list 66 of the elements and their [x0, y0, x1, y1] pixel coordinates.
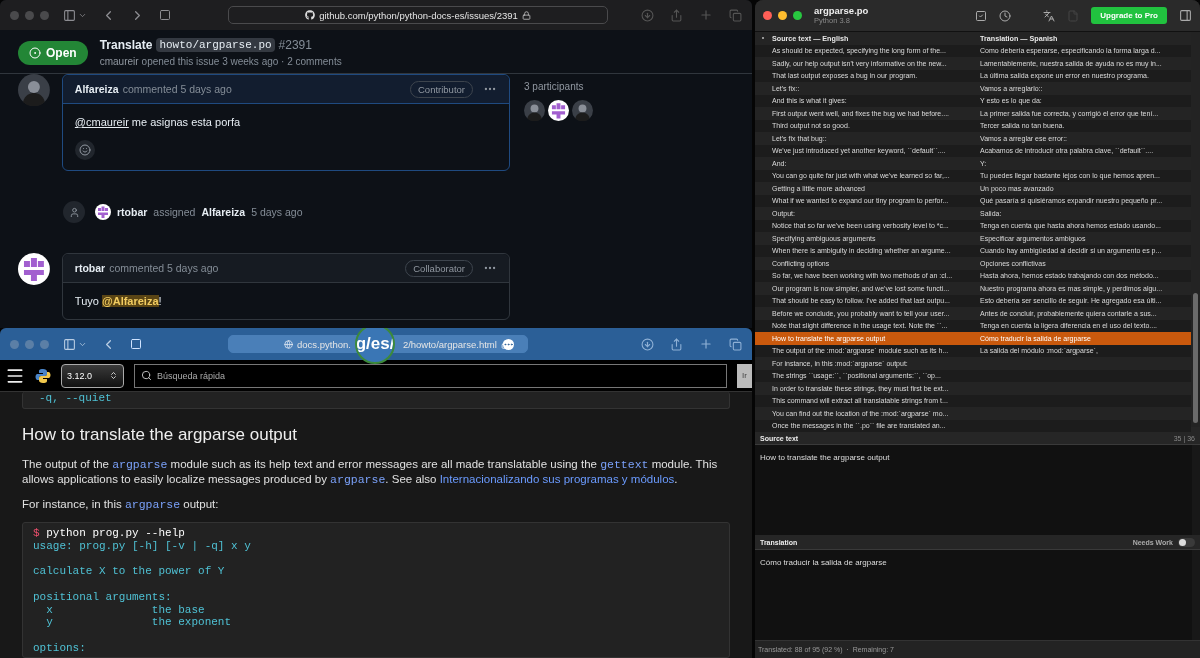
participants-label: 3 participants	[524, 81, 585, 92]
user-mention[interactable]: @cmaureir	[74, 116, 129, 128]
needs-work-toggle[interactable]	[1178, 537, 1195, 547]
minimize-button[interactable]	[778, 11, 787, 20]
clock-icon[interactable]	[999, 9, 1012, 22]
code-block: -q, --quiet	[22, 392, 730, 409]
code-link[interactable]: argparse	[112, 457, 168, 471]
download-icon[interactable]	[641, 8, 654, 22]
paragraph: For instance, in this argparse output:	[22, 496, 220, 512]
python-logo-icon	[35, 367, 51, 384]
comment-time: commented 5 days ago	[109, 262, 219, 274]
state-label: Open	[46, 45, 77, 60]
tab-icon[interactable]	[159, 9, 171, 21]
issue-number: #2391	[278, 38, 312, 52]
globe-icon	[284, 339, 293, 349]
issue-meta: opened this issue 3 weeks ago · 2 comments	[141, 56, 342, 67]
code-link[interactable]: gettext	[600, 457, 649, 471]
issue-file-code: howto/argparse.po	[156, 38, 275, 52]
comment-time: commented 5 days ago	[122, 83, 232, 95]
zoom-button[interactable]	[793, 11, 802, 20]
sidebar-icon[interactable]	[63, 337, 76, 351]
address-bar[interactable]: github.com/python/python-docs-es/issues/2391	[228, 6, 608, 24]
close-button[interactable]	[763, 11, 772, 20]
paragraph: The output of the argparse module such as its help text and error messages are all made translatable using the gettext module. This allows applications to easily localize messages produced by argparse. See also Internacionalizando sus programas y módulos.	[22, 456, 719, 487]
add-reaction-button[interactable]	[74, 140, 95, 160]
source-text-area: How to translate the argparse output	[755, 445, 1200, 535]
comment-author[interactable]: Alfareiza	[74, 83, 119, 95]
lock-icon	[521, 10, 531, 20]
url-text: docs.python.	[297, 338, 351, 350]
checkbox-icon[interactable]	[975, 9, 988, 22]
version-select[interactable]: 3.12.0	[61, 363, 124, 388]
code-block: $ python prog.py --help usage: prog.py [-h] [-v | -q] x y calculate X to the power of Y positional arguments: x the base y the exponent options:	[22, 521, 730, 658]
event-actor[interactable]: rtobar	[117, 206, 148, 218]
search-icon	[141, 369, 152, 381]
comment-text: @cmaureir me asignas esta porfa	[74, 115, 242, 130]
comment-author[interactable]: rtobar	[74, 262, 106, 274]
search-field[interactable]: Búsqueda rápida	[134, 363, 727, 388]
issue-title: Translate	[99, 38, 153, 52]
tabs-overview-icon[interactable]	[729, 8, 742, 22]
event-target[interactable]: Alfareiza	[201, 206, 246, 218]
tabs-overview-icon[interactable]	[729, 337, 742, 351]
user-mention[interactable]: @Alfareiza	[101, 295, 159, 307]
document-title: argparse.po	[814, 5, 869, 16]
sidebar-icon[interactable]	[63, 8, 76, 22]
smiley-icon	[78, 144, 91, 156]
translate-icon[interactable]	[1043, 9, 1056, 22]
code-link[interactable]: argparse	[124, 497, 181, 511]
scrollbar[interactable]	[1191, 32, 1200, 427]
translation-text-area[interactable]: Cómo traducir la salida de argparse	[755, 550, 1200, 640]
event-time: 5 days ago	[251, 206, 303, 218]
share-icon[interactable]	[670, 8, 683, 22]
go-button[interactable]: Ir	[737, 363, 752, 388]
event-action: assigned	[153, 206, 196, 218]
updown-icon	[109, 371, 118, 380]
url-text: 2/howto/argparse.html	[402, 338, 497, 350]
comment-text: Tuyo @Alfareiza!	[74, 294, 163, 309]
sidebar-icon[interactable]	[1179, 9, 1192, 22]
issue-author[interactable]: cmaureir	[99, 56, 139, 67]
share-icon[interactable]	[670, 337, 683, 351]
url-text: github.com/python/python-docs-es/issues/2391	[319, 9, 518, 21]
download-icon[interactable]	[641, 337, 654, 351]
person-icon	[68, 206, 80, 218]
section-heading: How to translate the argparse output	[22, 424, 298, 445]
open-issue-icon	[29, 46, 41, 59]
more-options-icon[interactable]	[503, 338, 514, 350]
github-icon	[305, 10, 316, 20]
